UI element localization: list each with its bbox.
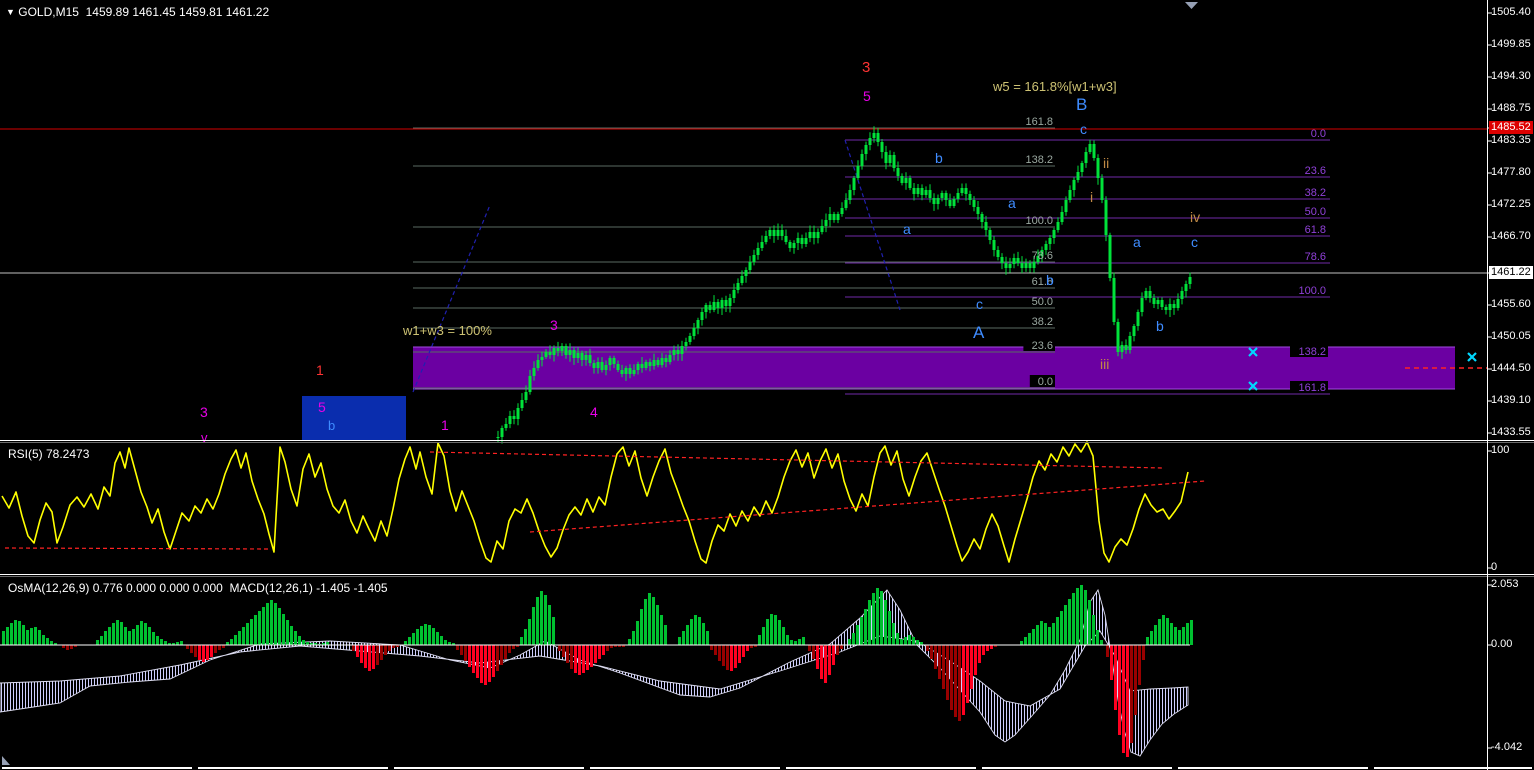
price-axis-label: 0.00 [1491,638,1513,650]
price-axis-label: 1488.75 [1491,102,1531,114]
price-axis-label: 100 [1491,444,1510,456]
chart-graphics: 161.8138.2100.078.661.850.038.223.60.00.… [0,0,1534,770]
chart-dropdown-icon[interactable]: ▼ [6,7,15,17]
price-axis-label: 0 [1491,561,1498,573]
price-axis-label: 1477.80 [1491,166,1531,178]
price-axis-label: 1499.85 [1491,38,1531,50]
osma-indicator-label: OsMA(12,26,9) 0.776 0.000 0.000 0.000 MA… [8,581,388,595]
price-axis-label: 1461.22 [1489,266,1533,279]
osma-panel-canvas[interactable] [0,577,1487,762]
price-axis-label: 1450.05 [1491,330,1531,342]
price-axis-label: 1485.52 [1489,121,1533,134]
symbol-header: ▼ GOLD,M15 1459.89 1461.45 1459.81 1461.… [6,5,269,19]
price-axis-label: 1439.10 [1491,394,1531,406]
price-axis-label: 1433.55 [1491,426,1531,438]
symbol-quote-text: GOLD,M15 1459.89 1461.45 1459.81 1461.22 [18,5,270,19]
price-axis-label: 1494.30 [1491,70,1531,82]
price-axis-label: 2.053 [1491,578,1519,590]
price-axis-label: 1466.70 [1491,230,1531,242]
price-axis-label: -4.042 [1491,741,1523,753]
price-axis-label: 1505.40 [1491,6,1531,18]
price-axis-label: 1444.50 [1491,362,1531,374]
price-axis-scale[interactable] [1488,0,1534,770]
price-axis-label: 1472.25 [1491,198,1531,210]
price-axis-label: 1455.60 [1491,298,1531,310]
main-chart-canvas[interactable] [0,0,1487,440]
price-axis-label: 1483.35 [1491,134,1531,146]
mt4-chart-window: 161.8138.2100.078.661.850.038.223.60.00.… [0,0,1534,770]
rsi-panel-canvas[interactable] [0,443,1487,574]
rsi-indicator-label: RSI(5) 78.2473 [8,447,90,461]
